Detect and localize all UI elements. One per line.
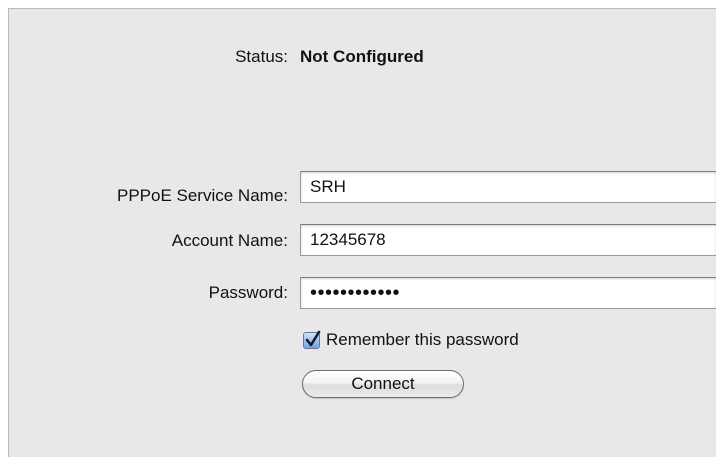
- status-label: Status:: [235, 47, 288, 66]
- remember-password-option[interactable]: Remember this password: [303, 328, 519, 352]
- service-name-label: PPPoE Service Name:: [116, 186, 288, 205]
- password-field[interactable]: ••••••••••••: [300, 277, 716, 309]
- status-value: Not Configured: [300, 47, 424, 66]
- password-label: Password:: [208, 283, 288, 302]
- account-name-label: Account Name:: [171, 231, 288, 250]
- network-settings-panel: Status: Not Configured PPPoE Service Nam…: [8, 8, 716, 457]
- account-name-field[interactable]: 12345678: [300, 224, 716, 256]
- remember-password-label: Remember this password: [326, 330, 519, 349]
- remember-password-checkbox[interactable]: [303, 330, 321, 349]
- checkmark-icon: [305, 330, 321, 346]
- service-name-field[interactable]: SRH: [300, 171, 716, 203]
- connect-button[interactable]: Connect: [302, 370, 464, 398]
